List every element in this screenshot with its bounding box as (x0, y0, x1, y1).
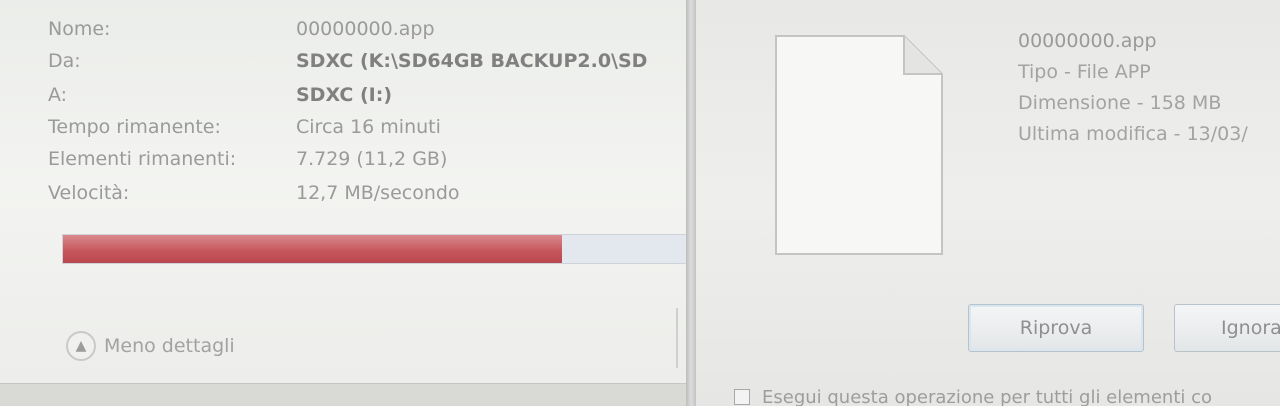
file-name: 00000000.app (1018, 30, 1157, 52)
detail-label: Tempo rimanente: (48, 116, 221, 138)
divider (676, 308, 678, 368)
checkbox-box[interactable] (734, 389, 750, 405)
ignore-button[interactable]: Ignora (1174, 304, 1280, 352)
detail-row-time-remaining: Tempo rimanente: Circa 16 minuti (48, 116, 688, 146)
detail-row-from: Da: SDXC (K:\SD64GB BACKUP2.0\SD (48, 50, 688, 80)
detail-row-to: A: SDXC (I:) (48, 84, 688, 114)
copy-progress-bar (62, 234, 688, 264)
detail-value: 00000000.app (296, 18, 435, 40)
retry-button[interactable]: Riprova (968, 304, 1144, 352)
detail-value: Circa 16 minuti (296, 116, 441, 138)
detail-label: Velocità: (48, 182, 130, 204)
detail-value[interactable]: SDXC (I:) (296, 84, 392, 106)
detail-label: Da: (48, 50, 81, 72)
detail-value: 12,7 MB/secondo (296, 182, 460, 204)
file-conflict-dialog: 00000000.app Tipo - File APP Dimensione … (696, 0, 1280, 406)
detail-label: A: (48, 84, 68, 106)
chevron-up-icon: ▲ (66, 331, 96, 361)
detail-row-speed: Velocità: 12,7 MB/secondo (48, 182, 688, 212)
dialog-footer (0, 383, 690, 406)
file-modified: Ultima modifica - 13/03/ (1018, 123, 1248, 145)
less-details-button[interactable]: ▲ Meno dettagli (66, 326, 326, 366)
document-icon (775, 35, 943, 255)
apply-to-all-label: Esegui questa operazione per tutti gli e… (762, 386, 1213, 406)
detail-value[interactable]: SDXC (K:\SD64GB BACKUP2.0\SD (296, 50, 647, 72)
file-info: 00000000.app Tipo - File APP Dimensione … (1018, 26, 1280, 150)
detail-row-name: Nome: 00000000.app (48, 18, 688, 48)
apply-to-all-checkbox[interactable]: Esegui questa operazione per tutti gli e… (734, 384, 1280, 406)
less-details-label: Meno dettagli (104, 335, 235, 357)
detail-value: 7.729 (11,2 GB) (296, 148, 448, 170)
copy-progress-dialog: Nome: 00000000.app Da: SDXC (K:\SD64GB B… (0, 0, 690, 406)
detail-row-items-remaining: Elementi rimanenti: 7.729 (11,2 GB) (48, 148, 688, 178)
window-border (686, 0, 696, 406)
detail-label: Elementi rimanenti: (48, 148, 237, 170)
progress-fill (63, 235, 563, 263)
file-size: Dimensione - 158 MB (1018, 92, 1222, 114)
detail-label: Nome: (48, 18, 111, 40)
file-type: Tipo - File APP (1018, 61, 1151, 83)
